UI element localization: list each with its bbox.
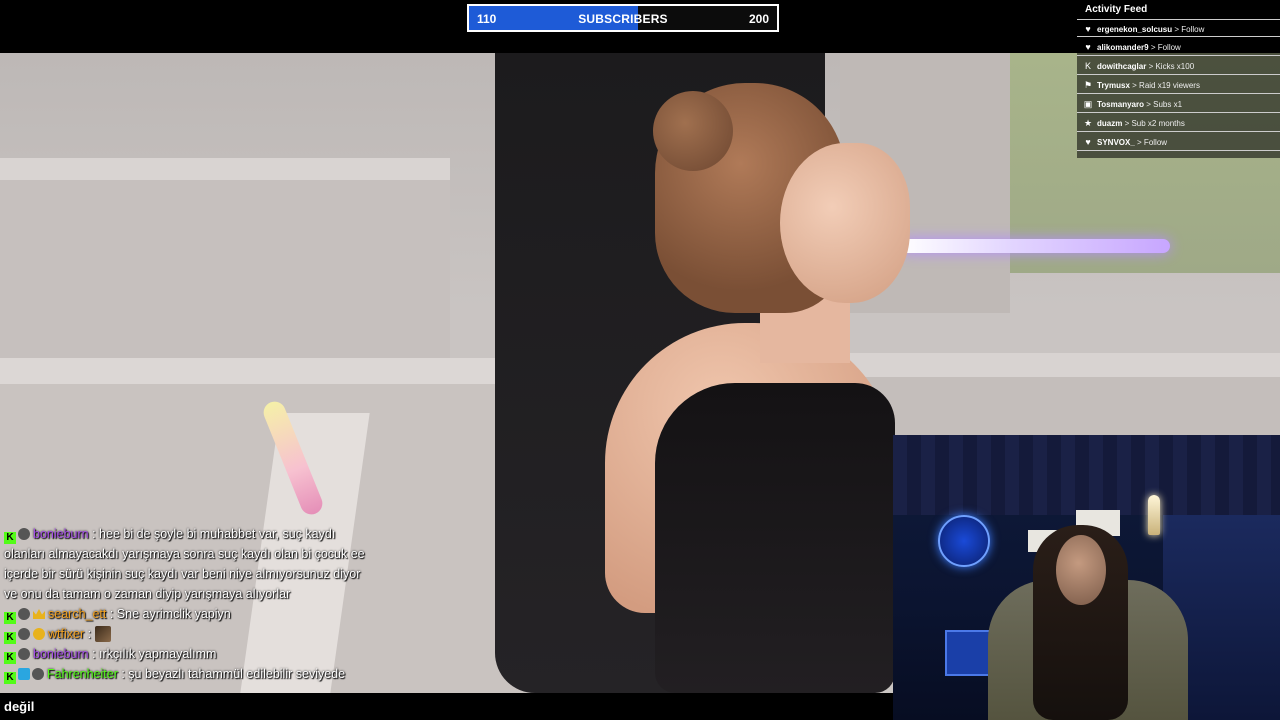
- badge-icon: [18, 608, 30, 620]
- heart-icon: ♥: [1085, 24, 1091, 34]
- feed-item: Kdowithcaglar > Kicks x100: [1077, 57, 1280, 75]
- partition-top: [840, 353, 1280, 377]
- feed-action: > Raid x19 viewers: [1132, 81, 1200, 90]
- feed-user: alikomander9: [1097, 43, 1149, 52]
- feed-action: > Kicks x100: [1148, 62, 1195, 71]
- kick-icon: K: [1084, 61, 1091, 71]
- lamp-icon: [1148, 495, 1160, 535]
- partition-panel: [0, 180, 450, 360]
- feed-user: dowithcaglar: [1097, 62, 1147, 71]
- chat-text: :: [87, 627, 92, 641]
- feed-action: > Subs x1: [1146, 100, 1183, 109]
- feed-item: ♥ ergenekon_solcusu > Follow: [1077, 19, 1280, 37]
- chat-username[interactable]: search_ett: [48, 607, 106, 621]
- kick-badge-icon: K: [4, 672, 16, 684]
- kick-badge-icon: K: [4, 652, 16, 664]
- subtitle-band: [0, 693, 893, 720]
- woman-dress: [655, 383, 895, 693]
- subscriber-goal-target: 200: [748, 12, 769, 26]
- chat-text: : Sne ayrimclik yapiyn: [109, 607, 231, 621]
- kick-badge-icon: K: [4, 612, 16, 624]
- chat-message: Ksearch_ett : Sne ayrimclik yapiyn: [4, 604, 404, 624]
- feed-user: SYNVOX_: [1097, 138, 1135, 147]
- chat-text: : şu beyazlı tahammül edilebilir seviyed…: [121, 667, 346, 681]
- partition-top: [0, 158, 450, 180]
- blue-badge-icon: [18, 668, 30, 680]
- badge-icon: [18, 528, 30, 540]
- woman-hair-bun: [653, 91, 733, 171]
- emote-icon: [94, 626, 111, 642]
- chat-message-continuation: ve onu da tamam o zaman diyip yarışmaya …: [4, 587, 291, 601]
- chat-message-continuation: olanları almayacakdı yarışmaya sonra suç…: [4, 547, 365, 561]
- activity-feed-title: Activity Feed: [1085, 4, 1148, 15]
- chat-overlay: Kbonieburn : hee bi de şoyle bi muhabbet…: [4, 524, 404, 684]
- kick-badge-icon: K: [4, 532, 16, 544]
- feed-item: ▣ Tosmanyaro > Subs x1: [1077, 95, 1280, 113]
- gold-badge-icon: [33, 628, 45, 640]
- feed-action: > Follow: [1137, 138, 1168, 147]
- woman-face: [780, 143, 910, 303]
- chat-text: : hee bi de şoyle bi muhabbet var, suç k…: [92, 527, 336, 541]
- heart-icon: ♥: [1085, 137, 1091, 147]
- feed-item: ★ duazm > Sub x2 months: [1077, 114, 1280, 132]
- feed-item: ⚑ Trymusx > Raid x19 viewers: [1077, 76, 1280, 94]
- chat-username[interactable]: bonieburn: [33, 527, 89, 541]
- clock-icon: [938, 515, 990, 567]
- chat-username[interactable]: bonieburn: [33, 647, 89, 661]
- badge-icon: [18, 628, 30, 640]
- chat-message: Kbonieburn : hee bi de şoyle bi muhabbet…: [4, 524, 404, 544]
- star-icon: ★: [1083, 118, 1093, 128]
- raid-icon: ⚑: [1083, 80, 1093, 90]
- feed-user: Trymusx: [1097, 81, 1130, 90]
- streamer-webcam: [893, 435, 1280, 720]
- subscriber-goal-bar: 110 SUBSCRIBERS 200: [467, 4, 779, 32]
- chat-username[interactable]: Fahrenheiter: [47, 667, 118, 681]
- subscriber-goal-label: SUBSCRIBERS: [578, 12, 668, 26]
- crown-icon: [33, 609, 45, 619]
- neon-light: [900, 239, 1170, 253]
- chat-message: Kwtfixer :: [4, 624, 404, 644]
- feed-user: ergenekon_solcusu: [1097, 25, 1173, 34]
- badge-icon: [18, 648, 30, 660]
- streamer-face: [1056, 535, 1106, 605]
- feed-action: > Follow: [1174, 25, 1205, 34]
- feed-user: duazm: [1097, 119, 1123, 128]
- chat-message: K Fahrenheiter : şu beyazlı tahammül edil…: [4, 664, 404, 684]
- feed-action: > Follow: [1150, 43, 1181, 52]
- feed-user: Tosmanyaro: [1097, 100, 1144, 109]
- feed-item: ♥ alikomander9 > Follow: [1077, 38, 1280, 56]
- subtitle-text: değil: [4, 699, 35, 714]
- chat-message: Kbonieburn : ırkçılık yapmayalımm: [4, 644, 404, 664]
- gift-icon: ▣: [1083, 99, 1093, 109]
- feed-action: > Sub x2 months: [1124, 119, 1185, 128]
- chat-username[interactable]: wtfixer: [48, 627, 84, 641]
- chat-text: : ırkçılık yapmayalımm: [92, 647, 217, 661]
- badge-icon: [32, 668, 44, 680]
- kick-badge-icon: K: [4, 632, 16, 644]
- webcam-curtain: [893, 435, 1280, 515]
- chat-message-continuation: içerde bir sürü kişinin suç kaydı var be…: [4, 567, 361, 581]
- heart-icon: ♥: [1085, 42, 1091, 52]
- activity-feed: Activity Feed ♥ ergenekon_solcusu > Follo…: [1077, 0, 1280, 158]
- feed-item: ♥ SYNVOX_ > Follow: [1077, 133, 1280, 151]
